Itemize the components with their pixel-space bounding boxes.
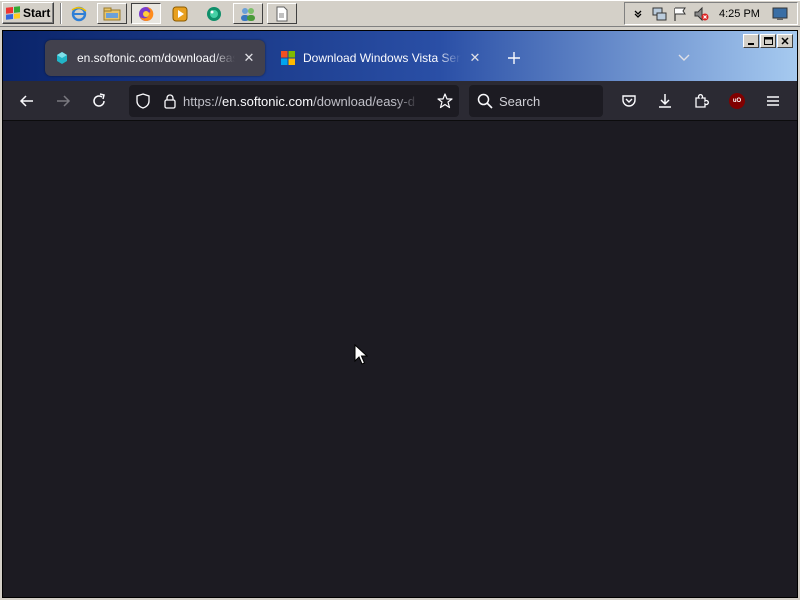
close-tab-icon[interactable]: ✕ — [467, 50, 483, 66]
ublock-origin-icon: uO — [729, 93, 745, 109]
toolbar-actions: uO — [613, 85, 793, 117]
start-button[interactable]: Start — [2, 2, 54, 24]
url-bar[interactable]: https://en.softonic.com/download/easy-d — [129, 85, 459, 117]
chevron-down-icon — [678, 54, 690, 61]
firefox-icon[interactable] — [131, 3, 161, 24]
hamburger-menu-icon — [767, 96, 779, 106]
volume-muted-icon[interactable] — [693, 6, 709, 22]
list-all-tabs-button[interactable] — [673, 48, 695, 68]
tab-windows-vista[interactable]: Download Windows Vista Service P ✕ — [271, 40, 491, 76]
taskbar: Start 4:25 PM — [0, 0, 800, 27]
url-path: /download/easy-d — [313, 93, 415, 109]
search-bar[interactable]: Search — [469, 85, 603, 117]
tab-title: en.softonic.com/download/easy-d — [77, 51, 235, 65]
softonic-icon — [55, 51, 69, 65]
lock-icon[interactable] — [163, 93, 177, 109]
document-icon[interactable] — [267, 3, 297, 24]
puzzle-icon — [695, 94, 709, 108]
taskbar-separator — [60, 3, 62, 24]
clock[interactable]: 4:25 PM — [719, 8, 760, 20]
file-explorer-icon[interactable] — [97, 3, 127, 24]
reload-icon — [93, 93, 105, 107]
search-placeholder: Search — [499, 93, 541, 109]
pocket-icon — [622, 95, 636, 107]
internet-explorer-icon[interactable] — [64, 3, 94, 24]
url-prefix: https:// — [183, 93, 223, 109]
tab-list: en.softonic.com/download/easy-d ✕ Downlo… — [45, 40, 497, 78]
tab-softonic[interactable]: en.softonic.com/download/easy-d ✕ — [45, 40, 265, 76]
back-button[interactable] — [11, 85, 43, 117]
maximize-button[interactable] — [760, 34, 776, 48]
close-window-button[interactable] — [777, 34, 793, 48]
windows-logo-icon — [6, 6, 20, 20]
browser-window: en.softonic.com/download/easy-d ✕ Downlo… — [2, 30, 798, 598]
tracking-protection-shield-icon[interactable] — [135, 93, 151, 109]
extensions-button[interactable] — [685, 85, 717, 117]
browser-globe-icon[interactable] — [199, 3, 229, 24]
url-text[interactable]: https://en.softonic.com/download/easy-d — [183, 94, 419, 109]
bookmark-star-icon[interactable] — [437, 93, 453, 109]
forward-arrow-icon — [57, 95, 71, 107]
back-arrow-icon — [19, 95, 33, 107]
ublock-origin-button[interactable]: uO — [721, 85, 753, 117]
flag-icon[interactable] — [672, 6, 688, 22]
search-icon — [477, 93, 493, 109]
network-icon[interactable] — [651, 6, 667, 22]
minimize-button[interactable] — [743, 34, 759, 48]
window-controls — [743, 34, 793, 48]
users-icon[interactable] — [233, 3, 263, 24]
close-tab-icon[interactable]: ✕ — [241, 50, 257, 66]
show-desktop-icon[interactable] — [772, 6, 788, 22]
download-icon — [659, 94, 671, 108]
mouse-cursor-icon — [354, 344, 368, 366]
page-content[interactable] — [3, 122, 797, 597]
windows-logo-icon — [281, 51, 295, 65]
navigation-toolbar: https://en.softonic.com/download/easy-d … — [3, 81, 797, 121]
start-label: Start — [23, 6, 51, 20]
reload-button[interactable] — [83, 85, 115, 117]
downloads-button[interactable] — [649, 85, 681, 117]
plus-icon — [508, 52, 520, 64]
pocket-button[interactable] — [613, 85, 645, 117]
app-menu-button[interactable] — [757, 85, 789, 117]
url-host: en.softonic.com — [222, 93, 314, 109]
tab-title: Download Windows Vista Service P — [303, 51, 461, 65]
tab-strip: en.softonic.com/download/easy-d ✕ Downlo… — [3, 31, 797, 81]
system-tray: 4:25 PM — [624, 2, 798, 25]
new-tab-button[interactable] — [503, 47, 525, 69]
media-player-icon[interactable] — [165, 3, 195, 24]
forward-button[interactable] — [47, 85, 79, 117]
tray-expand-icon[interactable] — [630, 6, 646, 22]
